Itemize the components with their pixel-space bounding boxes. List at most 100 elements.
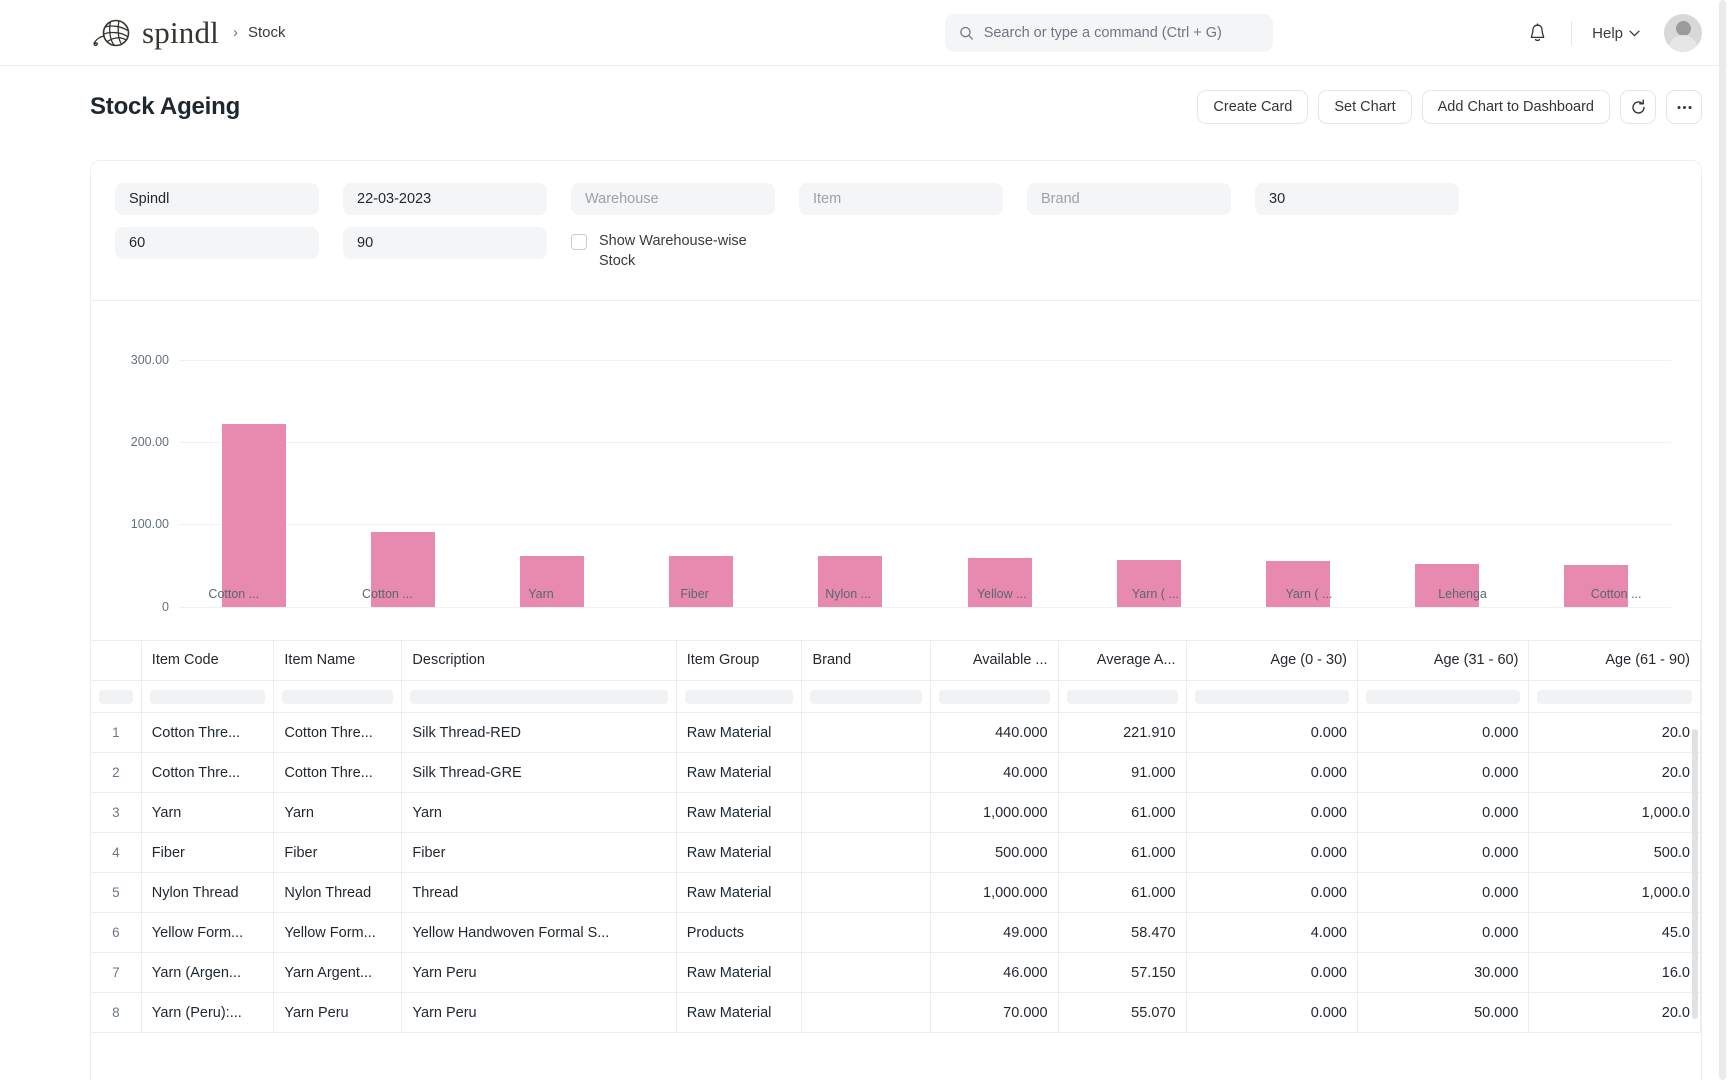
cell-item_code[interactable]: Yarn (Peru):... (141, 992, 275, 1034)
as-on-date-filter[interactable]: 22-03-2023 (343, 183, 547, 215)
help-menu-button[interactable]: Help (1586, 21, 1646, 46)
table-header-age_31_60[interactable]: Age (31 - 60) (1357, 640, 1530, 682)
table-header-available_qty[interactable]: Available ... (930, 640, 1059, 682)
cell-average_age[interactable]: 58.470 (1058, 912, 1187, 954)
cell-item_code[interactable]: Yarn (Argen... (141, 952, 275, 994)
more-options-button[interactable] (1666, 90, 1702, 124)
cell-age_61_90[interactable]: 500.0 (1528, 832, 1701, 874)
cell-brand[interactable] (801, 832, 931, 874)
cell-age_0_30[interactable]: 0.000 (1186, 952, 1358, 994)
column-filter-input[interactable] (149, 689, 266, 704)
cell-item_group[interactable]: Raw Material (676, 952, 803, 994)
search-input[interactable] (983, 25, 1259, 41)
cell-available_qty[interactable]: 70.000 (930, 992, 1059, 1034)
table-row[interactable]: 5 Nylon Thread Nylon Thread Thread Raw Mater… (91, 872, 1701, 914)
table-header-item_code[interactable]: Item Code (141, 640, 275, 682)
cell-average_age[interactable]: 57.150 (1058, 952, 1187, 994)
cell-item_group[interactable]: Raw Material (676, 872, 803, 914)
table-filter-cell[interactable] (1357, 680, 1530, 714)
cell-brand[interactable] (801, 912, 931, 954)
column-filter-input[interactable] (410, 689, 668, 704)
table-row[interactable]: 4 Fiber Fiber Fiber Raw Material 500.000 61.00… (91, 832, 1701, 874)
cell-age_61_90[interactable]: 45.0 (1528, 912, 1701, 954)
cell-age_31_60[interactable]: 0.000 (1357, 832, 1530, 874)
cell-item_name[interactable]: Cotton Thre... (273, 752, 403, 794)
range1-filter[interactable]: 30 (1255, 183, 1459, 215)
cell-available_qty[interactable]: 46.000 (930, 952, 1059, 994)
cell-item_group[interactable]: Raw Material (676, 712, 803, 754)
cell-item_group[interactable]: Products (676, 912, 803, 954)
cell-age_31_60[interactable]: 30.000 (1357, 952, 1530, 994)
column-filter-input[interactable] (810, 689, 922, 704)
avatar[interactable] (1664, 14, 1702, 52)
cell-description[interactable]: Fiber (401, 832, 677, 874)
warehouse-filter[interactable]: Warehouse (571, 183, 775, 215)
cell-description[interactable]: Yarn (401, 792, 677, 834)
cell-item_name[interactable]: Yarn Argent... (273, 952, 403, 994)
checkbox-box[interactable] (571, 234, 587, 250)
cell-age_31_60[interactable]: 0.000 (1357, 752, 1530, 794)
cell-age_0_30[interactable]: 0.000 (1186, 792, 1358, 834)
create-card-button[interactable]: Create Card (1197, 90, 1309, 124)
cell-average_age[interactable]: 61.000 (1058, 832, 1187, 874)
cell-available_qty[interactable]: 1,000.000 (930, 792, 1059, 834)
cell-idx[interactable]: 1 (91, 712, 142, 754)
cell-brand[interactable] (801, 792, 931, 834)
cell-age_31_60[interactable]: 0.000 (1357, 792, 1530, 834)
table-filter-cell[interactable] (401, 680, 677, 714)
cell-item_name[interactable]: Cotton Thre... (273, 712, 403, 754)
table-filter-cell[interactable] (930, 680, 1059, 714)
cell-item_name[interactable]: Yarn Peru (273, 992, 403, 1034)
range2-filter[interactable]: 60 (115, 227, 319, 259)
cell-average_age[interactable]: 61.000 (1058, 792, 1187, 834)
cell-age_0_30[interactable]: 0.000 (1186, 752, 1358, 794)
cell-item_name[interactable]: Yarn (273, 792, 403, 834)
cell-age_61_90[interactable]: 1,000.0 (1528, 872, 1701, 914)
cell-age_61_90[interactable]: 1,000.0 (1528, 792, 1701, 834)
cell-idx[interactable]: 3 (91, 792, 142, 834)
item-filter[interactable]: Item (799, 183, 1003, 215)
cell-age_61_90[interactable]: 20.0 (1528, 712, 1701, 754)
table-filter-cell[interactable] (1528, 680, 1701, 714)
column-filter-input[interactable] (1537, 689, 1692, 704)
cell-item_code[interactable]: Yellow Form... (141, 912, 275, 954)
cell-idx[interactable]: 6 (91, 912, 142, 954)
column-filter-input[interactable] (1194, 689, 1349, 704)
show-warehouse-wise-stock-checkbox[interactable]: Show Warehouse-wise Stock (571, 227, 831, 272)
cell-age_31_60[interactable]: 0.000 (1357, 712, 1530, 754)
page-scrollbar[interactable] (1719, 0, 1726, 1080)
cell-item_name[interactable]: Fiber (273, 832, 403, 874)
cell-item_code[interactable]: Nylon Thread (141, 872, 275, 914)
cell-item_name[interactable]: Nylon Thread (273, 872, 403, 914)
cell-available_qty[interactable]: 49.000 (930, 912, 1059, 954)
cell-description[interactable]: Yellow Handwoven Formal S... (401, 912, 677, 954)
table-row[interactable]: 7 Yarn (Argen... Yarn Argent... Yarn Peru Ra… (91, 952, 1701, 994)
table-header-item_name[interactable]: Item Name (273, 640, 403, 682)
cell-idx[interactable]: 4 (91, 832, 142, 874)
table-filter-cell[interactable] (1186, 680, 1358, 714)
table-scrollbar[interactable] (1692, 728, 1698, 1019)
cell-idx[interactable]: 2 (91, 752, 142, 794)
cell-average_age[interactable]: 55.070 (1058, 992, 1187, 1034)
column-filter-input[interactable] (938, 689, 1050, 704)
table-filter-cell[interactable] (1058, 680, 1187, 714)
breadcrumb-stock[interactable]: Stock (248, 24, 286, 41)
cell-age_61_90[interactable]: 16.0 (1528, 952, 1701, 994)
add-chart-to-dashboard-button[interactable]: Add Chart to Dashboard (1421, 90, 1610, 124)
table-row[interactable]: 1 Cotton Thre... Cotton Thre... Silk Thread… (91, 712, 1701, 754)
range3-filter[interactable]: 90 (343, 227, 547, 259)
cell-available_qty[interactable]: 40.000 (930, 752, 1059, 794)
cell-item_group[interactable]: Raw Material (676, 832, 803, 874)
table-header-age_0_30[interactable]: Age (0 - 30) (1186, 640, 1358, 682)
column-filter-input[interactable] (1365, 689, 1521, 704)
table-filter-cell[interactable] (801, 680, 931, 714)
table-filter-cell[interactable] (273, 680, 403, 714)
table-filter-cell[interactable] (141, 680, 275, 714)
cell-age_0_30[interactable]: 4.000 (1186, 912, 1358, 954)
cell-description[interactable]: Silk Thread-RED (401, 712, 677, 754)
cell-item_group[interactable]: Raw Material (676, 792, 803, 834)
cell-item_group[interactable]: Raw Material (676, 752, 803, 794)
cell-age_0_30[interactable]: 0.000 (1186, 712, 1358, 754)
cell-description[interactable]: Yarn Peru (401, 992, 677, 1034)
table-row[interactable]: 2 Cotton Thre... Cotton Thre... Silk Thread… (91, 752, 1701, 794)
